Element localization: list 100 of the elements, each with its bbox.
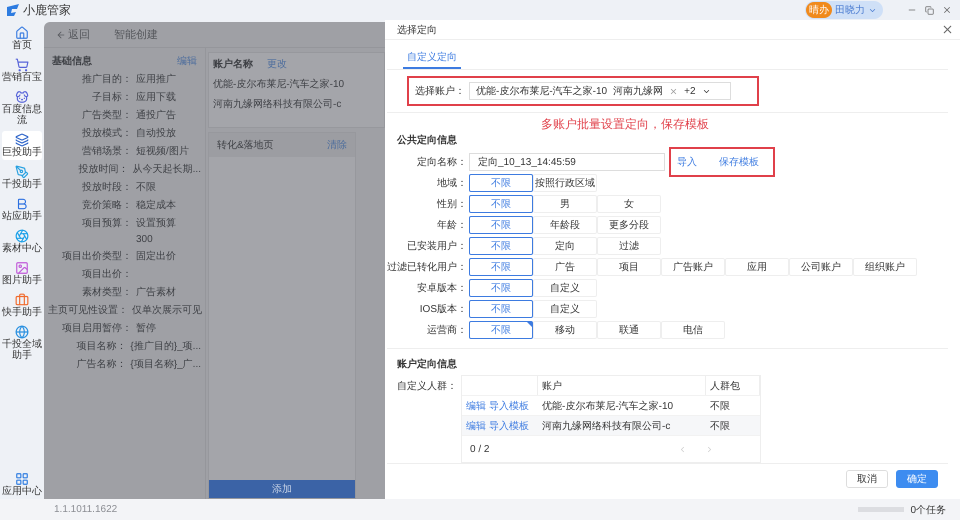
sidebar-item[interactable]: 站应助手 [2,195,42,224]
add-button[interactable]: 添加 [209,480,355,498]
field-label: 已安装用户： [406,240,468,252]
sidebar-item[interactable]: 千投全域助手 [2,323,42,363]
version-text: 1.1.1011.1622 [54,504,118,515]
option-button[interactable]: 不限 [469,258,533,276]
field-value: 300 [136,234,153,245]
field-label: 项目出价： [81,268,132,281]
option-button[interactable]: 电信 [661,320,725,338]
row-action-link[interactable]: 编辑 [466,398,486,412]
clear-icon[interactable] [669,86,678,96]
account-tag: 河南九缘网 [613,84,664,98]
option-button[interactable]: 年龄段 [533,216,597,234]
briefcase-icon [15,293,29,307]
user-avatar: 晴办 [806,2,832,18]
field-label: 广告类型： [81,108,132,122]
field-label: 项目预算： [81,217,132,230]
option-button[interactable]: 不限 [469,320,533,338]
field-value: 通投广告 [136,108,176,122]
option-button[interactable]: 男 [533,194,597,212]
field-label: 定向名称： [416,156,468,168]
sidebar-item[interactable]: 应用中心 [2,470,42,499]
layers-icon [15,133,29,147]
sidebar-item[interactable]: 巨投助手 [2,131,42,160]
option-button[interactable]: 不限 [469,174,533,192]
field-label: 营销场景： [81,144,132,158]
option-button[interactable]: 广告账户 [661,258,725,276]
field-label: 过滤已转化用户： [387,260,468,274]
table-cell-text: 河南九缘网络科技有限公司-c [541,420,672,432]
cart-icon [15,58,29,72]
column-header: 账户 [538,376,706,395]
option-button[interactable]: 组织账户 [853,258,917,276]
field-value: 不限 [136,181,156,194]
close-icon[interactable] [942,5,952,15]
field-value: 仅单次展示可见 [132,304,202,317]
option-button[interactable]: 项目 [597,258,661,276]
field-value: 自动投放 [136,126,176,140]
field-label: 投放时间： [78,162,129,176]
option-button[interactable]: 联通 [597,320,661,338]
app-name: 小鹿管家 [23,2,71,18]
field-label: 投放时段： [81,180,132,194]
row-action-link[interactable]: 导入模板 [489,418,529,432]
field-label: 年龄： [436,218,468,232]
option-button[interactable]: 不限 [469,278,533,296]
section-title: 公共定向信息 [396,133,458,147]
option-button[interactable]: 自定义 [533,278,597,296]
field-value: {推广目的}_项... [130,340,201,353]
restore-icon[interactable] [925,6,934,14]
sidebar-item[interactable]: 快手助手 [2,291,42,320]
letter-icon [15,197,29,211]
field-label: 推广目的： [81,72,132,86]
option-button[interactable]: 不限 [469,236,533,254]
sidebar-item[interactable]: 百度信息流 [2,88,42,128]
option-button[interactable]: 不限 [469,216,533,234]
field-value: 应用下载 [136,90,176,104]
pen-icon [15,165,29,179]
globe-icon [15,325,29,339]
close-icon[interactable] [941,23,954,36]
template-link[interactable]: 保存模板 [719,154,759,168]
option-button[interactable]: 不限 [469,194,533,212]
option-button[interactable]: 公司账户 [789,258,853,276]
tab[interactable]: 自定义定向 [403,44,461,69]
field-label: 地域： [436,176,468,190]
account-select[interactable]: 优能-皮尔布莱尼-汽车之家-10 河南九缘网 +2 [469,82,731,100]
paw-icon [15,90,29,104]
sidebar-item[interactable]: 图片助手 [2,259,42,288]
field-label: 竞价策略： [81,198,132,212]
option-button[interactable]: 按照行政区域 [533,174,597,192]
option-button[interactable]: 不限 [469,300,533,318]
cancel-button[interactable]: 取消 [846,470,888,488]
name-field[interactable]: 定向_10_13_14:45:59 [469,152,665,170]
option-button[interactable]: 过滤 [597,236,661,254]
account-name: 优能-皮尔布莱尼-汽车之家-10 [213,78,346,91]
field-label: 运营商： [426,324,468,336]
field-label: 性别： [436,198,468,210]
field-label: 广告名称： [75,358,126,371]
row-action-link[interactable]: 编辑 [466,418,486,432]
option-button[interactable]: 自定义 [533,300,597,318]
field-label: 主页可见性设置： [48,304,128,317]
option-button[interactable]: 移动 [533,320,597,338]
field-label: 项目启用暂停： [61,322,132,335]
template-link[interactable]: 导入 [677,154,697,168]
field-label: IOS版本： [418,302,468,316]
home-icon [15,26,29,40]
field-value: 固定出价 [136,250,176,263]
field-value: 应用推广 [136,72,176,86]
sidebar-item[interactable]: 素材中心 [2,227,42,256]
option-button[interactable]: 广告 [533,258,597,276]
option-button[interactable]: 更多分段 [597,216,661,234]
row-action-link[interactable]: 导入模板 [489,398,529,412]
option-button[interactable]: 女 [597,194,661,212]
option-button[interactable]: 定向 [533,236,597,254]
option-button[interactable]: 应用 [725,258,789,276]
sidebar-item[interactable]: 营销百宝 [2,56,42,85]
field-label: 自定义人群： [397,380,457,393]
card-title: 转化&落地页 [217,138,274,152]
sidebar-item[interactable]: 千投助手 [2,163,42,192]
sidebar-item[interactable]: 首页 [2,24,42,53]
logo-icon [6,3,20,17]
back-arrow-icon[interactable] [56,30,66,40]
